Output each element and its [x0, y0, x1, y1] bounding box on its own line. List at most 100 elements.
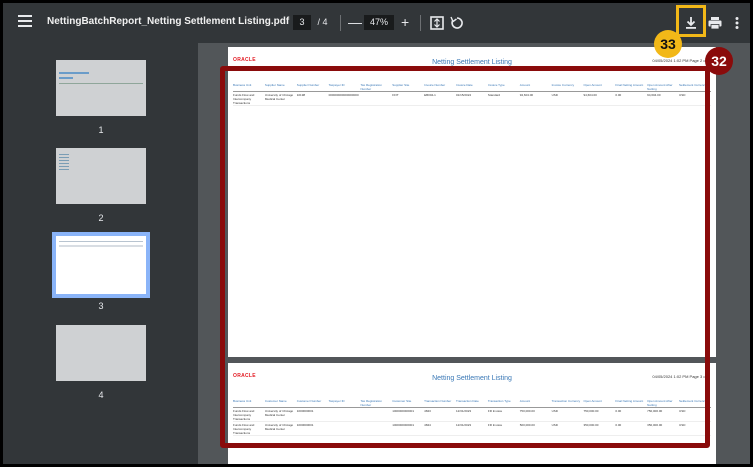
fit-to-page-icon[interactable] — [428, 14, 446, 32]
thumbnail-page-1[interactable] — [56, 60, 146, 116]
table-cell: 1000000001 — [296, 423, 314, 427]
thumbnail-page-4[interactable] — [56, 325, 146, 381]
col-header: Settlement Currency — [679, 83, 707, 87]
table-cell: 350,000.00 — [647, 423, 663, 427]
col-header: Open Amount After Netting — [647, 83, 673, 91]
table-cell: USD — [679, 93, 686, 97]
col-header: Taxpayer ID — [328, 83, 345, 87]
more-options-icon[interactable] — [728, 14, 746, 32]
table-cell: USD — [551, 409, 558, 413]
col-header: Transaction Date — [456, 399, 479, 403]
pdf-page-2: ORACLE Netting Settlement Listing 04/05/… — [228, 47, 716, 357]
document-viewer[interactable]: ORACLE Netting Settlement Listing 04/05/… — [198, 43, 750, 464]
table-cell: USD — [551, 423, 558, 427]
table-cell: EB004-1 — [424, 93, 436, 97]
table-row: Funds Flow and Intercompany Transactions… — [233, 408, 711, 422]
step-badge-page: 32 — [705, 47, 733, 75]
col-header: Supplier Number — [296, 83, 320, 87]
table-cell: Funds Flow and Intercompany Transactions — [233, 409, 255, 421]
report-table: Business Unit Supplier Name Supplier Num… — [233, 83, 711, 106]
table-cell — [360, 409, 392, 421]
col-header: Open Amount — [583, 399, 602, 403]
col-header: Final Netting Amount — [615, 83, 644, 87]
col-header: Invoice Number — [424, 83, 446, 87]
col-header: Tax Registration Number — [360, 399, 382, 407]
table-cell: FR Invoice — [487, 409, 503, 413]
table-cell: Funds Flow and Intercompany Transactions — [233, 93, 255, 105]
table-cell: 0.00 — [615, 409, 622, 413]
table-cell — [360, 423, 392, 435]
col-header: Customer Name — [264, 399, 287, 403]
table-header: Business Unit Supplier Name Supplier Num… — [233, 83, 711, 92]
table-row: Funds Flow and Intercompany Transactions… — [233, 92, 711, 106]
table-cell: University of Chicago Medical Center — [264, 93, 294, 101]
col-header: Invoice Currency — [551, 83, 575, 87]
col-header: Customer Site — [392, 399, 412, 403]
thumbnail-label: 3 — [98, 301, 104, 311]
step-badge-download: 33 — [654, 30, 682, 58]
print-icon[interactable] — [706, 14, 724, 32]
col-header: Business Unit — [233, 399, 252, 403]
col-header: Open Amount — [583, 83, 602, 87]
current-page-input[interactable]: 3 — [293, 15, 311, 30]
col-header: Amount — [519, 399, 531, 403]
table-cell: FR Invoice — [487, 423, 503, 427]
table-cell: 10198 — [296, 93, 306, 97]
table-cell: 1000000001 — [296, 409, 314, 413]
table-cell: 0.00 — [615, 93, 622, 97]
thumbnail-label: 2 — [98, 213, 104, 223]
table-cell: 12/31/2023 — [456, 409, 472, 413]
report-title: Netting Settlement Listing — [432, 59, 512, 66]
table-header: Business Unit Customer Name Customer Num… — [233, 399, 711, 408]
thumbnail-sidebar: 1 2 3 4 — [3, 43, 198, 464]
thumbnail-page-3[interactable] — [52, 232, 150, 298]
report-date: 04/05/2024 1:02 PM Page 3 of 3 — [652, 374, 710, 379]
table-cell: 750,000.00 — [519, 409, 535, 413]
table-cell: 94,604.00 — [519, 93, 534, 97]
download-icon[interactable] — [682, 14, 700, 32]
col-header: Supplier Site — [392, 83, 410, 87]
toolbar-divider — [420, 15, 421, 31]
col-header: Supplier Name — [264, 83, 285, 87]
table-cell: 750,000.00 — [647, 409, 663, 413]
pdf-toolbar: NettingBatchReport_Netting Settlement Li… — [3, 3, 750, 43]
table-row: Funds Flow and Intercompany Transactions… — [233, 422, 711, 436]
table-cell: USD — [679, 423, 686, 427]
table-cell: 4844 — [424, 423, 431, 427]
col-header: Invoice Type — [487, 83, 505, 87]
table-cell: University of Chicago Medical Center — [264, 423, 294, 431]
zoom-in-button[interactable]: + — [401, 14, 409, 30]
report-title: Netting Settlement Listing — [432, 375, 512, 382]
thumbnail-page-2[interactable] — [56, 148, 146, 204]
table-cell — [329, 423, 361, 435]
col-header: Final Netting Amount — [615, 399, 644, 403]
zoom-level-input[interactable]: 47% — [364, 15, 394, 30]
table-cell: University of Chicago Medical Center — [264, 409, 294, 417]
document-title: NettingBatchReport_Netting Settlement Li… — [47, 16, 290, 27]
col-header: Tax Registration Number — [360, 83, 382, 91]
table-cell — [360, 93, 392, 105]
col-header: Invoice Date — [456, 83, 473, 87]
table-cell: 4843 — [424, 409, 431, 413]
table-cell: 1000000000001 — [392, 409, 414, 413]
toolbar-divider — [340, 15, 341, 31]
col-header: Open Amount After Netting — [647, 399, 673, 407]
table-cell: 01/15/2024 — [456, 93, 472, 97]
table-cell: 12/31/2023 — [456, 423, 472, 427]
page-separator: / — [317, 17, 321, 27]
col-header: Transaction Currency — [551, 399, 581, 403]
menu-icon[interactable] — [18, 15, 32, 29]
zoom-out-button[interactable]: — — [348, 14, 362, 30]
table-cell: 94,604.00 — [583, 93, 597, 97]
table-cell: Funds Flow and Intercompany Transactions — [233, 423, 255, 435]
table-cell: 94,604.00 — [647, 93, 661, 97]
table-cell: 1000000000001 — [392, 423, 414, 427]
table-cell: 0.00 — [615, 423, 622, 427]
pdf-viewer-window: NettingBatchReport_Netting Settlement Li… — [3, 3, 750, 464]
thumbnail-label: 1 — [98, 125, 104, 135]
table-cell: USD — [551, 93, 558, 97]
thumbnail-label: 4 — [98, 390, 104, 400]
table-cell: 500,000.00 — [519, 423, 535, 427]
rotate-icon[interactable] — [448, 14, 466, 32]
table-cell: 000000000000000000 — [328, 93, 359, 97]
